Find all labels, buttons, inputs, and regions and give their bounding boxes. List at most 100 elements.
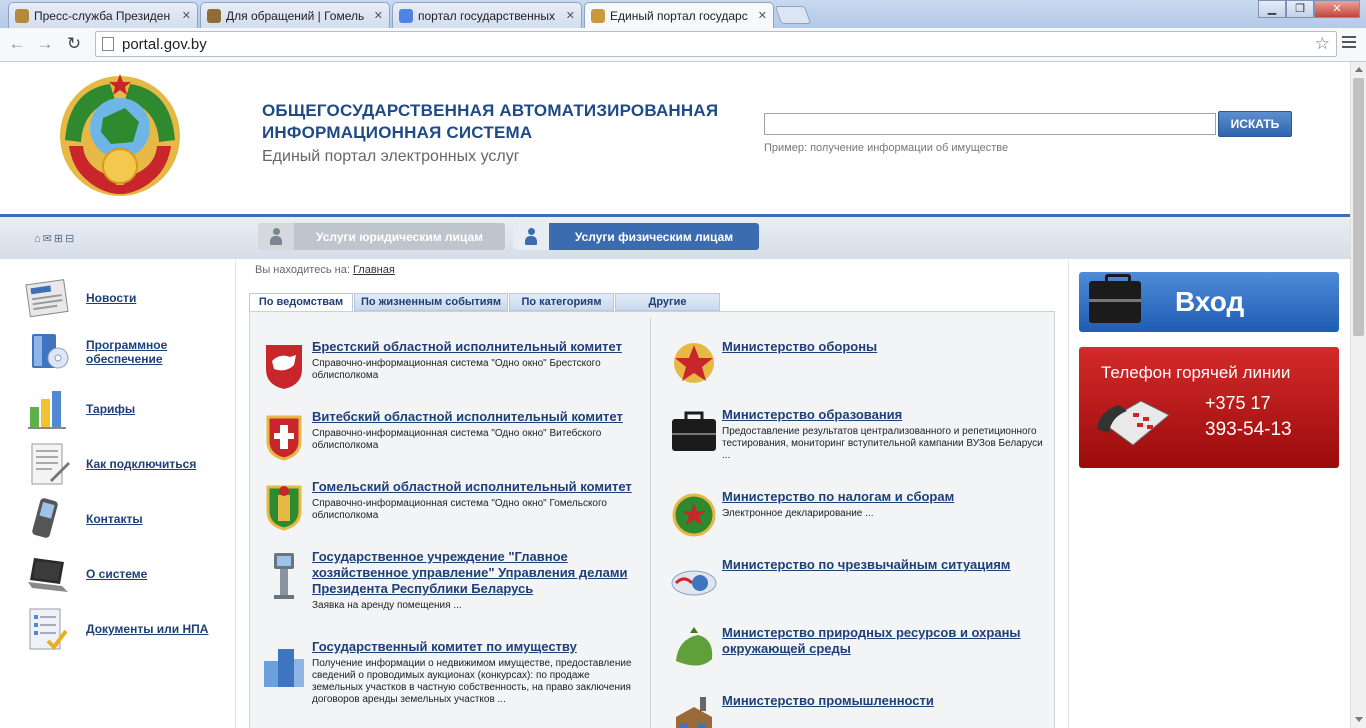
breadcrumb-home-link[interactable]: Главная <box>353 264 395 276</box>
sidebar-link-software[interactable]: Программное обеспечение <box>86 338 167 366</box>
close-icon[interactable]: ✕ <box>374 9 383 22</box>
emergency-icon <box>671 570 717 596</box>
sidebar-link-software-label: Программное обеспечение <box>86 338 168 366</box>
tab-by-department[interactable]: По ведомствам <box>249 293 353 312</box>
window-close-button[interactable]: ✕ <box>1314 0 1360 18</box>
org-link-property-committee[interactable]: Государственный комитет по имуществу <box>312 639 642 655</box>
page-scrollbar[interactable] <box>1350 62 1366 728</box>
sidebar-item-how-to-connect[interactable]: Как подключиться <box>24 442 196 486</box>
menu-icon[interactable] <box>1342 36 1356 50</box>
brest-coat-icon <box>266 345 302 389</box>
browser-tab-2[interactable]: Для обращений | Гомель ✕ <box>200 2 390 28</box>
org-link-gomel[interactable]: Гомельский областной исполнительный коми… <box>312 479 642 495</box>
emblem-favicon-icon <box>207 8 221 23</box>
web-page: ОБЩЕГОСУДАРСТВЕННАЯ АВТОМАТИЗИРОВАННАЯ И… <box>0 62 1350 728</box>
laptop-icon <box>28 558 68 592</box>
scroll-up-icon[interactable] <box>1355 67 1363 72</box>
org-link-main-economic-dept[interactable]: Государственное учреждение "Главное хозя… <box>312 549 642 597</box>
person-icon <box>513 223 549 250</box>
org-link-vitebsk[interactable]: Витебский областной исполнительный комит… <box>312 409 642 425</box>
org-desc: Справочно-информационная система "Одно о… <box>312 428 602 451</box>
breadcrumb-prefix: Вы находитесь на: <box>255 264 350 276</box>
browser-tab-3[interactable]: портал государственных ✕ <box>392 2 582 28</box>
list-item: Государственное учреждение "Главное хозя… <box>260 549 642 612</box>
hotline-banner[interactable]: Телефон горячей линии +375 17 393-54-13 <box>1079 347 1339 468</box>
sidebar-item-tariffs[interactable]: Тарифы <box>24 387 135 431</box>
org-link-industry[interactable]: Министерство промышленности <box>722 693 1052 709</box>
org-desc: Справочно-информационная система "Одно о… <box>312 358 601 381</box>
browser-tab-4-active[interactable]: Единый портал государс ✕ <box>584 2 774 28</box>
new-tab-button[interactable] <box>774 6 812 24</box>
sidebar-item-documents[interactable]: Документы или НПА <box>24 607 208 651</box>
buildings-icon <box>264 649 304 687</box>
tax-emblem-icon <box>672 493 716 537</box>
org-link-taxes[interactable]: Министерство по налогам и сборам <box>722 489 1052 505</box>
org-link-defense[interactable]: Министерство обороны <box>722 339 1052 355</box>
sidebar-item-software[interactable]: Программное обеспечение <box>24 330 167 374</box>
org-link-brest[interactable]: Брестский областной исполнительный комит… <box>312 339 642 355</box>
org-link-nature[interactable]: Министерство природных ресурсов и охраны… <box>722 625 1052 657</box>
google-favicon-icon <box>399 8 413 23</box>
kiosk-icon <box>274 553 294 599</box>
login-button[interactable]: Вход <box>1079 272 1339 332</box>
scroll-down-icon[interactable] <box>1355 717 1363 722</box>
search-hint: Пример: получение информации об имуществ… <box>764 142 1008 154</box>
close-icon[interactable]: ✕ <box>758 9 767 22</box>
tab-legal-services[interactable]: Услуги юридическим лицам <box>258 223 505 250</box>
search-hint-prefix: Пример: <box>764 142 808 154</box>
checklist-icon <box>29 608 68 651</box>
tab-legal-services-label: Услуги юридическим лицам <box>315 229 483 244</box>
org-desc: Справочно-информационная система "Одно о… <box>312 498 607 521</box>
sidebar-item-news[interactable]: Новости <box>24 276 136 320</box>
close-icon[interactable]: ✕ <box>182 9 191 22</box>
desk-phone-icon <box>1097 400 1170 446</box>
tab-individual-services[interactable]: Услуги физическим лицам <box>513 223 759 250</box>
list-item: Брестский областной исполнительный комит… <box>260 339 642 391</box>
address-bar[interactable]: portal.gov.by ☆ <box>95 31 1337 57</box>
browser-tab-1[interactable]: Пресс-служба Президен ✕ <box>8 2 198 28</box>
org-link-education[interactable]: Министерство образования <box>722 407 1052 423</box>
tab-by-category[interactable]: По категориям <box>509 293 614 311</box>
sidebar-link-contacts[interactable]: Контакты <box>86 512 143 526</box>
army-star-icon <box>674 343 714 383</box>
hotline-title: Телефон горячей линии <box>1101 363 1291 382</box>
search-button[interactable]: ИСКАТЬ <box>1218 111 1292 137</box>
search-input[interactable] <box>764 113 1216 135</box>
org-desc: Заявка на аренду помещения ... <box>312 600 462 611</box>
portal-title-line2: ИНФОРМАЦИОННАЯ СИСТЕМА <box>262 123 533 142</box>
utility-icons[interactable]: ⌂✉⊞⊟ <box>34 232 76 245</box>
document-icon <box>31 443 70 485</box>
sidebar-link-about[interactable]: О системе <box>86 567 147 581</box>
tab-by-life-events[interactable]: По жизненным событиям <box>354 293 508 311</box>
list-item: Гомельский областной исполнительный коми… <box>260 479 642 531</box>
tab-label: Единый портал государс <box>610 8 748 23</box>
bookmark-star-icon[interactable]: ☆ <box>1315 34 1330 54</box>
list-item: Министерство образования Предоставление … <box>670 407 1052 462</box>
briefcase-icon <box>1089 274 1141 323</box>
portal-title: ОБЩЕГОСУДАРСТВЕННАЯ АВТОМАТИЗИРОВАННАЯ И… <box>262 100 718 144</box>
sidebar-item-contacts[interactable]: Контакты <box>24 497 143 541</box>
org-link-emergency[interactable]: Министерство по чрезвычайным ситуациям <box>722 557 1052 573</box>
mobile-phone-icon <box>32 498 58 538</box>
vitebsk-coat-icon <box>266 415 302 461</box>
nature-icon <box>676 627 713 666</box>
sidebar-link-news[interactable]: Новости <box>86 291 136 305</box>
sidebar-link-tariffs[interactable]: Тарифы <box>86 402 135 416</box>
close-icon[interactable]: ✕ <box>566 9 575 22</box>
reload-icon[interactable]: ↻ <box>63 33 85 55</box>
tab-other[interactable]: Другие <box>615 293 720 311</box>
sidebar-link-documents[interactable]: Документы или НПА <box>86 622 208 636</box>
browser-toolbar: ← → ↻ portal.gov.by ☆ <box>0 28 1366 62</box>
minimize-button[interactable]: ▁ <box>1258 0 1286 18</box>
search-hint-example[interactable]: получение информации об имуществе <box>810 142 1008 154</box>
tab-label: портал государственных <box>418 8 555 23</box>
gomel-coat-icon <box>266 485 302 531</box>
tab-label: Пресс-служба Президен <box>34 8 171 23</box>
sidebar-link-how-to-connect[interactable]: Как подключиться <box>86 457 196 471</box>
sidebar-item-about[interactable]: О системе <box>24 552 147 596</box>
org-desc: Получение информации о недвижимом имущес… <box>312 658 632 705</box>
back-arrow-icon[interactable]: ← <box>6 33 28 55</box>
scrollbar-thumb[interactable] <box>1353 78 1364 336</box>
forward-arrow-icon[interactable]: → <box>34 33 56 55</box>
maximize-button[interactable]: ❐ <box>1286 0 1314 18</box>
